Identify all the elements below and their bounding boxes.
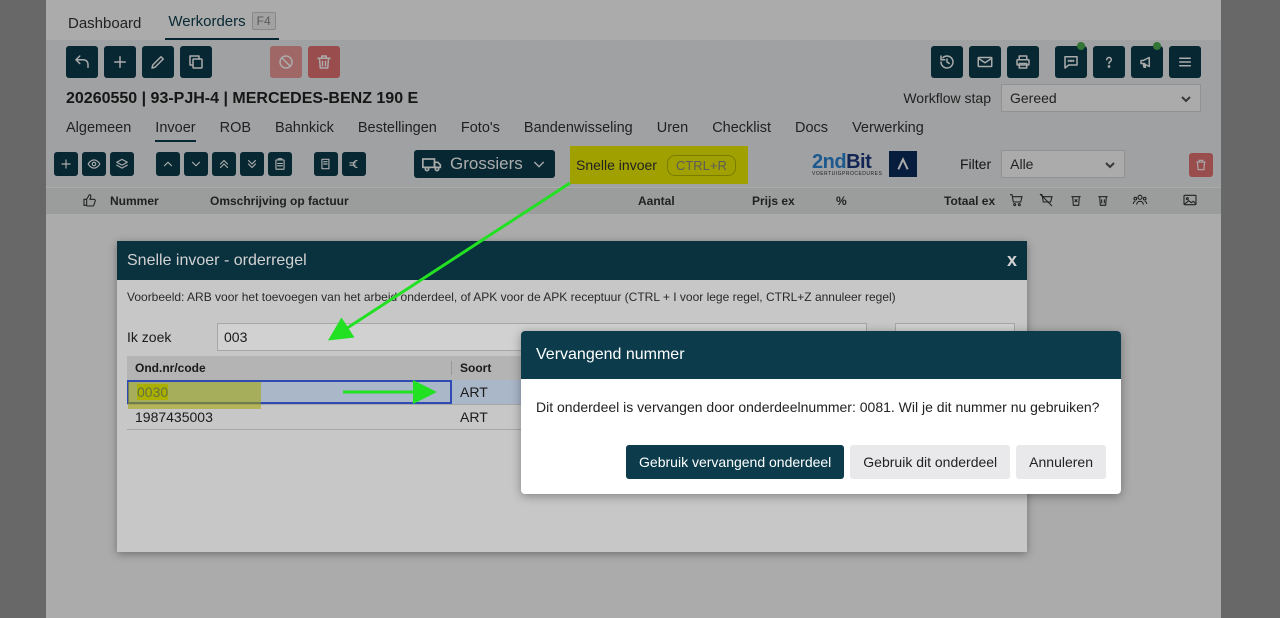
dialog-message: Dit onderdeel is vervangen door onderdee… [536,399,1100,415]
dialog-title: Vervangend nummer [521,331,1121,379]
use-this-part-button[interactable]: Gebruik dit onderdeel [850,445,1011,479]
cancel-button[interactable]: Annuleren [1016,445,1106,479]
use-replacement-button[interactable]: Gebruik vervangend onderdeel [626,445,845,479]
dialog-actions: Gebruik vervangend onderdeel Gebruik dit… [626,445,1106,479]
vervangend-nummer-dialog: Vervangend nummer Dit onderdeel is verva… [521,331,1121,494]
modal-backdrop-2 [0,0,1280,618]
